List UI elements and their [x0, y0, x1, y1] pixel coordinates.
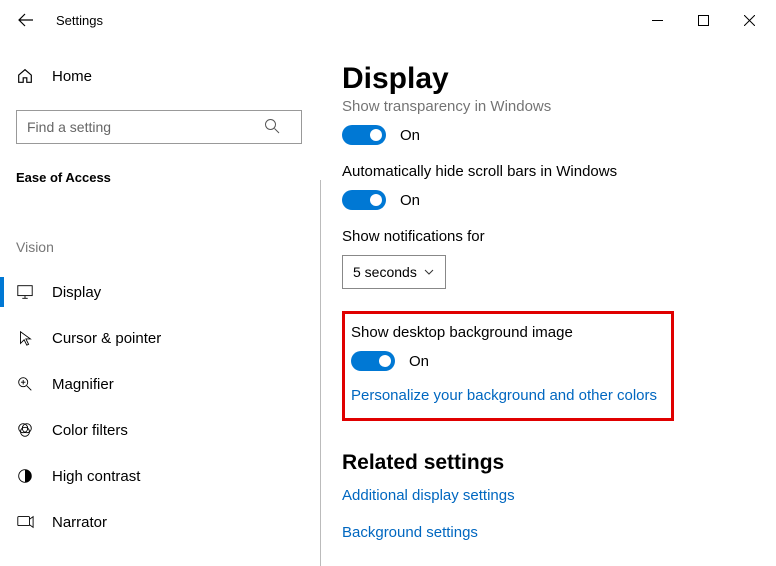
toggle-row-scrollbars: On: [342, 190, 776, 210]
toggle-knob: [370, 129, 382, 141]
high-contrast-icon: [16, 467, 34, 485]
toggle-row-desktop-bg: On: [351, 351, 657, 371]
sidebar-item-label: High contrast: [52, 468, 140, 485]
sidebar-item-label: Cursor & pointer: [52, 330, 161, 347]
sidebar-item-high-contrast[interactable]: High contrast: [0, 453, 304, 499]
narrator-icon: [16, 513, 34, 531]
sidebar-item-label: Magnifier: [52, 376, 114, 393]
color-filters-icon: [16, 421, 34, 439]
sidebar-item-display[interactable]: Display: [0, 269, 304, 315]
link-additional-display[interactable]: Additional display settings: [342, 487, 776, 504]
notifications-select[interactable]: 5 seconds: [342, 255, 446, 289]
sidebar-item-label: Narrator: [52, 514, 107, 531]
content: Display Show transparency in Windows On …: [320, 40, 776, 566]
sidebar-item-narrator[interactable]: Narrator: [0, 499, 304, 545]
minimize-button[interactable]: [634, 4, 680, 36]
page-title: Display: [342, 62, 776, 96]
close-button[interactable]: [726, 4, 772, 36]
sidebar-subhead-vision: Vision: [16, 239, 304, 255]
toggle-knob: [379, 355, 391, 367]
titlebar: Settings: [0, 0, 776, 40]
highlight-desktop-background: Show desktop background image On Persona…: [342, 311, 674, 421]
toggle-state: On: [409, 353, 429, 370]
sidebar: Home Ease of Access Vision Display Curso…: [0, 40, 320, 566]
maximize-icon: [698, 15, 709, 26]
magnifier-icon: [16, 375, 34, 393]
related-settings-heading: Related settings: [342, 451, 776, 475]
search-input[interactable]: [16, 110, 302, 144]
search-icon: [264, 118, 280, 134]
monitor-icon: [16, 283, 34, 301]
link-personalize[interactable]: Personalize your background and other co…: [351, 387, 657, 404]
option-label-notifications: Show notifications for: [342, 228, 776, 245]
link-background-settings[interactable]: Background settings: [342, 524, 776, 541]
select-value: 5 seconds: [353, 264, 417, 280]
toggle-transparency[interactable]: [342, 125, 386, 145]
close-icon: [744, 15, 755, 26]
window-title: Settings: [56, 13, 103, 28]
sidebar-item-label: Display: [52, 284, 101, 301]
home-nav[interactable]: Home: [16, 56, 304, 96]
toggle-state: On: [400, 127, 420, 144]
toggle-desktop-bg[interactable]: [351, 351, 395, 371]
option-transparency: Show transparency in Windows: [342, 98, 776, 115]
cursor-icon: [16, 329, 34, 347]
sidebar-item-label: Color filters: [52, 422, 128, 439]
sidebar-item-cursor-pointer[interactable]: Cursor & pointer: [0, 315, 304, 361]
maximize-button[interactable]: [680, 4, 726, 36]
window-controls: [634, 4, 772, 36]
home-label: Home: [52, 68, 92, 85]
arrow-left-icon: [18, 12, 34, 28]
toggle-scrollbars[interactable]: [342, 190, 386, 210]
minimize-icon: [652, 15, 663, 26]
toggle-row-transparency: On: [342, 125, 776, 145]
chevron-down-icon: [423, 266, 435, 278]
option-label-scrollbars: Automatically hide scroll bars in Window…: [342, 163, 776, 180]
home-icon: [16, 67, 34, 85]
sidebar-group-label: Ease of Access: [16, 170, 304, 185]
nav: Display Cursor & pointer Magnifier Color…: [16, 269, 304, 545]
sidebar-item-magnifier[interactable]: Magnifier: [0, 361, 304, 407]
toggle-knob: [370, 194, 382, 206]
option-label: Show transparency in Windows: [342, 98, 776, 115]
body: Home Ease of Access Vision Display Curso…: [0, 40, 776, 566]
scrollbar[interactable]: [770, 220, 774, 560]
sidebar-item-color-filters[interactable]: Color filters: [0, 407, 304, 453]
toggle-state: On: [400, 192, 420, 209]
option-label-desktop-bg: Show desktop background image: [351, 324, 657, 341]
titlebar-left: Settings: [16, 10, 103, 30]
search-row: [16, 110, 304, 144]
back-button[interactable]: [16, 10, 36, 30]
